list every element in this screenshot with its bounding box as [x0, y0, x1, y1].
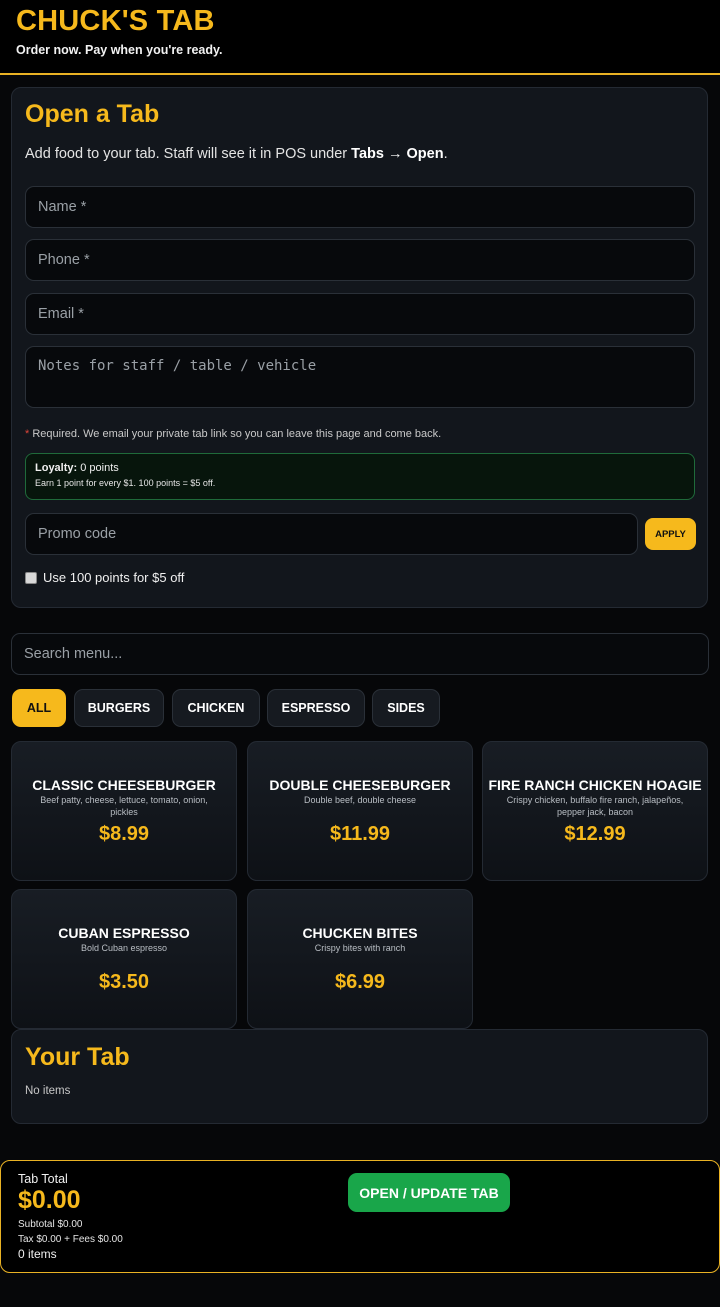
category-chip-burgers[interactable]: BURGERS [74, 689, 164, 727]
intro-tabs: Tabs [351, 146, 384, 162]
menu-item-description: Bold Cuban espresso [80, 943, 168, 953]
menu-item-name: FIRE RANCH CHICKEN HOAGIE [488, 777, 702, 793]
tax-fees-text: Tax $0.00 + Fees $0.00 [18, 1234, 123, 1245]
menu-item-name: CLASSIC CHEESEBURGER [32, 777, 216, 793]
menu-item-card[interactable]: DOUBLE CHEESEBURGER Double beef, double … [247, 741, 473, 881]
menu-item-description: Crispy chicken, buffalo fire ranch, jala… [506, 795, 684, 817]
loyalty-points: 0 points [77, 462, 119, 474]
menu-item-name: CUBAN ESPRESSO [58, 925, 190, 941]
category-chip-espresso[interactable]: ESPRESSO [267, 689, 365, 727]
category-filter-bar: ALL BURGERS CHICKEN ESPRESSO SIDES [0, 689, 720, 727]
notes-textarea[interactable] [25, 346, 695, 408]
intro-suffix: . [443, 146, 448, 162]
your-tab-card: Your Tab No items [11, 1029, 708, 1124]
menu-item-name: DOUBLE CHEESEBURGER [269, 777, 451, 793]
category-chip-chicken[interactable]: CHICKEN [172, 689, 260, 727]
open-tab-intro: Add food to your tab. Staff will see it … [25, 146, 448, 162]
menu-item-description: Beef patty, cheese, lettuce, tomato, oni… [40, 795, 208, 817]
subtotal-text: Subtotal $0.00 [18, 1219, 83, 1230]
intro-arrow: → [383, 146, 407, 162]
search-menu-input[interactable] [11, 633, 709, 675]
intro-open: Open [406, 146, 444, 162]
menu-item-card[interactable]: FIRE RANCH CHICKEN HOAGIE Crispy chicken… [482, 741, 708, 881]
tab-total-bar: Tab Total $0.00 Subtotal $0.00 Tax $0.00… [0, 1160, 720, 1273]
use-points-checkbox[interactable] [25, 571, 37, 584]
intro-text: Add food to your tab. Staff will see it … [25, 146, 352, 162]
loyalty-status: Loyalty: 0 points [35, 462, 685, 474]
menu-item-price: $12.99 [564, 823, 626, 845]
use-points-label: Use 100 points for $5 off [43, 570, 185, 585]
menu-item-card[interactable]: CUBAN ESPRESSO Bold Cuban espresso $3.50 [11, 889, 237, 1029]
menu-item-price: $3.50 [98, 971, 150, 993]
menu-item-card[interactable]: CHUCKEN BITES Crispy bites with ranch $6… [247, 889, 473, 1029]
open-tab-card: Open a Tab Add food to your tab. Staff w… [11, 87, 708, 608]
item-count: 0 items [18, 1247, 57, 1261]
open-update-tab-button[interactable]: OPEN / UPDATE TAB [348, 1173, 510, 1212]
tab-total-amount: $0.00 [18, 1186, 81, 1214]
empty-tab-text: No items [25, 1085, 71, 1097]
menu-item-price: $11.99 [329, 823, 391, 845]
email-input[interactable] [25, 293, 695, 335]
loyalty-box: Loyalty: 0 points Earn 1 point for every… [25, 453, 695, 500]
menu-item-name: CHUCKEN BITES [302, 925, 418, 941]
tab-total-label: Tab Total [18, 1172, 68, 1186]
app-header: CHUCK'S TAB Order now. Pay when you're r… [0, 0, 720, 75]
category-chip-sides[interactable]: SIDES [372, 689, 440, 727]
name-input[interactable] [25, 186, 695, 228]
required-note: * Required. We email your private tab li… [25, 428, 441, 440]
loyalty-label: Loyalty: [35, 462, 78, 474]
open-tab-heading: Open a Tab [25, 100, 160, 128]
brand-tagline: Order now. Pay when you're ready. [16, 43, 223, 57]
apply-promo-button[interactable]: APPLY [645, 518, 696, 550]
menu-item-price: $6.99 [334, 971, 386, 993]
menu-item-description: Double beef, double cheese [303, 795, 417, 805]
menu-item-price: $8.99 [98, 823, 150, 845]
promo-code-input[interactable] [25, 513, 638, 555]
loyalty-rule: Earn 1 point for every $1. 100 points = … [35, 478, 216, 488]
required-text: Required. We email your private tab link… [29, 428, 442, 440]
category-chip-all[interactable]: ALL [12, 689, 66, 727]
menu-item-description: Crispy bites with ranch [314, 943, 406, 953]
menu-item-card[interactable]: CLASSIC CHEESEBURGER Beef patty, cheese,… [11, 741, 237, 881]
use-points-option[interactable]: Use 100 points for $5 off [25, 570, 184, 585]
phone-input[interactable] [25, 239, 695, 281]
your-tab-heading: Your Tab [25, 1043, 130, 1071]
brand-title: CHUCK'S TAB [16, 5, 215, 37]
